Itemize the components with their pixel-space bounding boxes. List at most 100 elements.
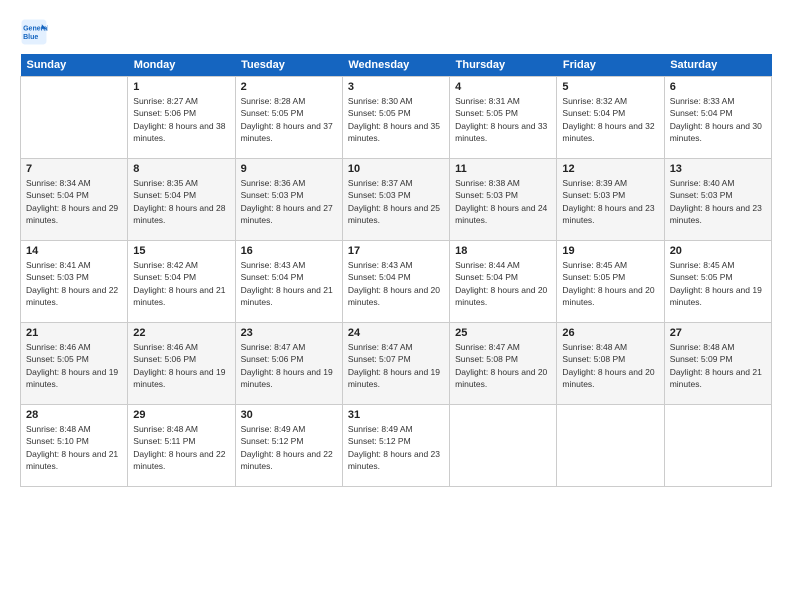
- calendar-cell: 31 Sunrise: 8:49 AMSunset: 5:12 PMDayligh…: [342, 405, 449, 487]
- day-number: 16: [241, 245, 337, 257]
- day-info: Sunrise: 8:38 AMSunset: 5:03 PMDaylight:…: [455, 177, 551, 226]
- day-number: 5: [562, 81, 658, 93]
- calendar-cell: 23 Sunrise: 8:47 AMSunset: 5:06 PMDayligh…: [235, 323, 342, 405]
- day-number: 8: [133, 163, 229, 175]
- day-info: Sunrise: 8:37 AMSunset: 5:03 PMDaylight:…: [348, 177, 444, 226]
- page: General Blue SundayMondayTuesdayWednesda…: [0, 0, 792, 612]
- day-number: 20: [670, 245, 766, 257]
- day-info: Sunrise: 8:32 AMSunset: 5:04 PMDaylight:…: [562, 95, 658, 144]
- day-number: 1: [133, 81, 229, 93]
- day-number: 17: [348, 245, 444, 257]
- calendar-cell: 29 Sunrise: 8:48 AMSunset: 5:11 PMDayligh…: [128, 405, 235, 487]
- calendar-week-4: 21 Sunrise: 8:46 AMSunset: 5:05 PMDayligh…: [21, 323, 772, 405]
- calendar-cell: 18 Sunrise: 8:44 AMSunset: 5:04 PMDayligh…: [450, 241, 557, 323]
- day-info: Sunrise: 8:28 AMSunset: 5:05 PMDaylight:…: [241, 95, 337, 144]
- calendar-cell: 5 Sunrise: 8:32 AMSunset: 5:04 PMDaylight…: [557, 77, 664, 159]
- calendar-cell: [21, 77, 128, 159]
- day-number: 2: [241, 81, 337, 93]
- calendar-table: SundayMondayTuesdayWednesdayThursdayFrid…: [20, 54, 772, 487]
- calendar-cell: 15 Sunrise: 8:42 AMSunset: 5:04 PMDayligh…: [128, 241, 235, 323]
- day-number: 23: [241, 327, 337, 339]
- day-info: Sunrise: 8:49 AMSunset: 5:12 PMDaylight:…: [241, 423, 337, 472]
- day-number: 13: [670, 163, 766, 175]
- day-info: Sunrise: 8:34 AMSunset: 5:04 PMDaylight:…: [26, 177, 122, 226]
- day-info: Sunrise: 8:44 AMSunset: 5:04 PMDaylight:…: [455, 259, 551, 308]
- day-number: 24: [348, 327, 444, 339]
- day-info: Sunrise: 8:36 AMSunset: 5:03 PMDaylight:…: [241, 177, 337, 226]
- weekday-header-tuesday: Tuesday: [235, 54, 342, 77]
- calendar-cell: 7 Sunrise: 8:34 AMSunset: 5:04 PMDaylight…: [21, 159, 128, 241]
- day-info: Sunrise: 8:46 AMSunset: 5:06 PMDaylight:…: [133, 341, 229, 390]
- day-number: 6: [670, 81, 766, 93]
- weekday-header-wednesday: Wednesday: [342, 54, 449, 77]
- day-number: 30: [241, 409, 337, 421]
- calendar-cell: 10 Sunrise: 8:37 AMSunset: 5:03 PMDayligh…: [342, 159, 449, 241]
- day-info: Sunrise: 8:43 AMSunset: 5:04 PMDaylight:…: [241, 259, 337, 308]
- day-number: 7: [26, 163, 122, 175]
- calendar-cell: 26Sunrise: 8:48 AMSunset: 5:08 PMDayligh…: [557, 323, 664, 405]
- calendar-cell: 1 Sunrise: 8:27 AMSunset: 5:06 PMDaylight…: [128, 77, 235, 159]
- day-info: Sunrise: 8:45 AMSunset: 5:05 PMDaylight:…: [670, 259, 766, 308]
- day-info: Sunrise: 8:48 AMSunset: 5:10 PMDaylight:…: [26, 423, 122, 472]
- day-number: 18: [455, 245, 551, 257]
- logo-icon: General Blue: [20, 18, 48, 46]
- day-info: Sunrise: 8:31 AMSunset: 5:05 PMDaylight:…: [455, 95, 551, 144]
- day-info: Sunrise: 8:39 AMSunset: 5:03 PMDaylight:…: [562, 177, 658, 226]
- day-info: Sunrise: 8:49 AMSunset: 5:12 PMDaylight:…: [348, 423, 444, 472]
- weekday-header-thursday: Thursday: [450, 54, 557, 77]
- day-info: Sunrise: 8:35 AMSunset: 5:04 PMDaylight:…: [133, 177, 229, 226]
- weekday-header-friday: Friday: [557, 54, 664, 77]
- day-number: 4: [455, 81, 551, 93]
- calendar-cell: 28 Sunrise: 8:48 AMSunset: 5:10 PMDayligh…: [21, 405, 128, 487]
- day-info: Sunrise: 8:45 AMSunset: 5:05 PMDaylight:…: [562, 259, 658, 308]
- day-number: 26: [562, 327, 658, 339]
- calendar-cell: [557, 405, 664, 487]
- header: General Blue: [20, 18, 772, 46]
- day-info: Sunrise: 8:48 AMSunset: 5:09 PMDaylight:…: [670, 341, 766, 390]
- day-number: 10: [348, 163, 444, 175]
- day-info: Sunrise: 8:43 AMSunset: 5:04 PMDaylight:…: [348, 259, 444, 308]
- day-info: Sunrise: 8:33 AMSunset: 5:04 PMDaylight:…: [670, 95, 766, 144]
- day-info: Sunrise: 8:48 AMSunset: 5:11 PMDaylight:…: [133, 423, 229, 472]
- day-number: 15: [133, 245, 229, 257]
- day-info: Sunrise: 8:41 AMSunset: 5:03 PMDaylight:…: [26, 259, 122, 308]
- calendar-week-3: 14Sunrise: 8:41 AMSunset: 5:03 PMDayligh…: [21, 241, 772, 323]
- weekday-header-row: SundayMondayTuesdayWednesdayThursdayFrid…: [21, 54, 772, 77]
- day-number: 28: [26, 409, 122, 421]
- weekday-header-saturday: Saturday: [664, 54, 771, 77]
- calendar-cell: 27 Sunrise: 8:48 AMSunset: 5:09 PMDayligh…: [664, 323, 771, 405]
- day-number: 27: [670, 327, 766, 339]
- day-info: Sunrise: 8:27 AMSunset: 5:06 PMDaylight:…: [133, 95, 229, 144]
- calendar-cell: 19 Sunrise: 8:45 AMSunset: 5:05 PMDayligh…: [557, 241, 664, 323]
- calendar-cell: 2 Sunrise: 8:28 AMSunset: 5:05 PMDaylight…: [235, 77, 342, 159]
- calendar-cell: 12Sunrise: 8:39 AMSunset: 5:03 PMDayligh…: [557, 159, 664, 241]
- day-info: Sunrise: 8:42 AMSunset: 5:04 PMDaylight:…: [133, 259, 229, 308]
- day-info: Sunrise: 8:30 AMSunset: 5:05 PMDaylight:…: [348, 95, 444, 144]
- svg-text:General: General: [23, 25, 48, 32]
- calendar-cell: 3Sunrise: 8:30 AMSunset: 5:05 PMDaylight…: [342, 77, 449, 159]
- day-info: Sunrise: 8:40 AMSunset: 5:03 PMDaylight:…: [670, 177, 766, 226]
- calendar-cell: [450, 405, 557, 487]
- day-info: Sunrise: 8:47 AMSunset: 5:07 PMDaylight:…: [348, 341, 444, 390]
- day-info: Sunrise: 8:47 AMSunset: 5:06 PMDaylight:…: [241, 341, 337, 390]
- day-info: Sunrise: 8:46 AMSunset: 5:05 PMDaylight:…: [26, 341, 122, 390]
- calendar-cell: 20 Sunrise: 8:45 AMSunset: 5:05 PMDayligh…: [664, 241, 771, 323]
- calendar-cell: 24 Sunrise: 8:47 AMSunset: 5:07 PMDayligh…: [342, 323, 449, 405]
- day-number: 21: [26, 327, 122, 339]
- day-number: 25: [455, 327, 551, 339]
- day-number: 19: [562, 245, 658, 257]
- day-number: 9: [241, 163, 337, 175]
- calendar-cell: 9 Sunrise: 8:36 AMSunset: 5:03 PMDaylight…: [235, 159, 342, 241]
- day-number: 31: [348, 409, 444, 421]
- calendar-week-1: 1 Sunrise: 8:27 AMSunset: 5:06 PMDaylight…: [21, 77, 772, 159]
- day-number: 22: [133, 327, 229, 339]
- logo: General Blue: [20, 18, 52, 46]
- calendar-cell: 8 Sunrise: 8:35 AMSunset: 5:04 PMDaylight…: [128, 159, 235, 241]
- calendar-week-5: 28 Sunrise: 8:48 AMSunset: 5:10 PMDayligh…: [21, 405, 772, 487]
- calendar-cell: 11Sunrise: 8:38 AMSunset: 5:03 PMDayligh…: [450, 159, 557, 241]
- day-info: Sunrise: 8:47 AMSunset: 5:08 PMDaylight:…: [455, 341, 551, 390]
- calendar-week-2: 7 Sunrise: 8:34 AMSunset: 5:04 PMDaylight…: [21, 159, 772, 241]
- weekday-header-sunday: Sunday: [21, 54, 128, 77]
- calendar-cell: 21 Sunrise: 8:46 AMSunset: 5:05 PMDayligh…: [21, 323, 128, 405]
- day-number: 29: [133, 409, 229, 421]
